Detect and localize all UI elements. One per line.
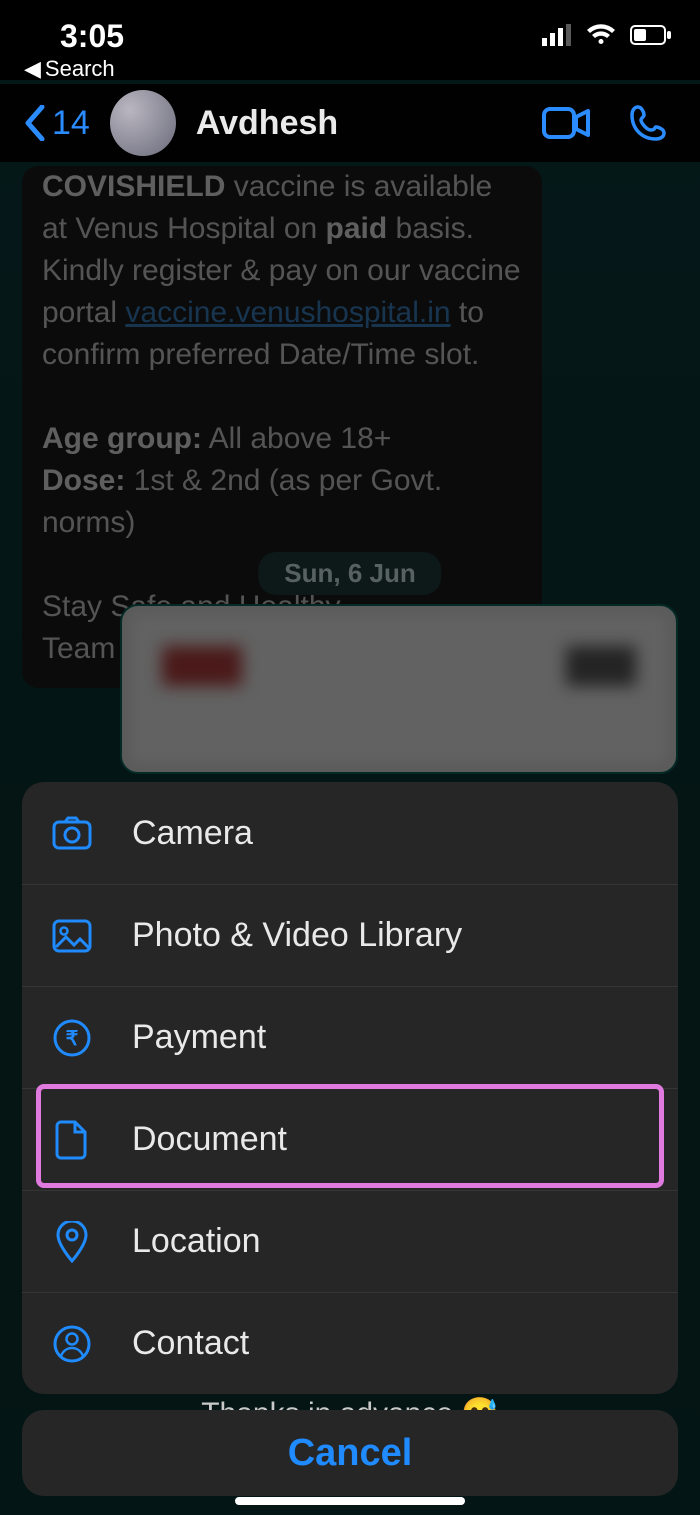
contact-icon <box>50 1322 94 1366</box>
back-button[interactable]: 14 <box>24 104 90 143</box>
chat-header: 14 Avdhesh <box>0 84 700 162</box>
sheet-item-label: Location <box>132 1222 261 1261</box>
chevron-left-icon: ◀︎ <box>24 56 41 82</box>
sheet-item-photo-library[interactable]: Photo & Video Library <box>22 884 678 986</box>
sheet-item-label: Payment <box>132 1018 266 1057</box>
sheet-item-contact[interactable]: Contact <box>22 1292 678 1394</box>
video-call-button[interactable] <box>542 103 590 143</box>
phone-icon <box>628 103 668 143</box>
sheet-item-label: Document <box>132 1120 287 1159</box>
breadcrumb-back[interactable]: ◀︎ Search <box>24 56 115 82</box>
sheet-item-payment[interactable]: ₹ Payment <box>22 986 678 1088</box>
document-icon <box>50 1118 94 1162</box>
svg-text:₹: ₹ <box>66 1028 79 1050</box>
photo-library-icon <box>50 914 94 958</box>
camera-icon <box>50 811 94 855</box>
avatar[interactable] <box>110 90 176 156</box>
sheet-item-label: Photo & Video Library <box>132 916 462 955</box>
status-bar: 3:05 ◀︎ Search <box>0 0 700 80</box>
rupee-icon: ₹ <box>50 1016 94 1060</box>
sheet-item-document[interactable]: Document <box>22 1088 678 1190</box>
home-indicator[interactable] <box>235 1497 465 1505</box>
breadcrumb-label: Search <box>45 56 115 82</box>
cancel-label: Cancel <box>288 1432 413 1475</box>
status-icons <box>542 24 672 51</box>
voice-call-button[interactable] <box>628 103 676 143</box>
unread-count: 14 <box>52 104 90 143</box>
attachment-action-sheet: Camera Photo & Video Library ₹ Payment D… <box>22 782 678 1394</box>
chevron-left-icon <box>24 105 46 141</box>
sheet-item-camera[interactable]: Camera <box>22 782 678 884</box>
battery-icon <box>630 24 672 51</box>
location-icon <box>50 1220 94 1264</box>
wifi-icon <box>586 24 616 51</box>
screen: COVISHIELD vaccine is available at Venus… <box>0 0 700 1515</box>
sheet-item-label: Camera <box>132 814 253 853</box>
cancel-button[interactable]: Cancel <box>22 1410 678 1496</box>
sheet-item-label: Contact <box>132 1324 249 1363</box>
clock: 3:05 <box>60 18 124 55</box>
signal-icon <box>542 24 572 51</box>
contact-name[interactable]: Avdhesh <box>196 104 338 143</box>
sheet-item-location[interactable]: Location <box>22 1190 678 1292</box>
video-icon <box>542 103 590 143</box>
